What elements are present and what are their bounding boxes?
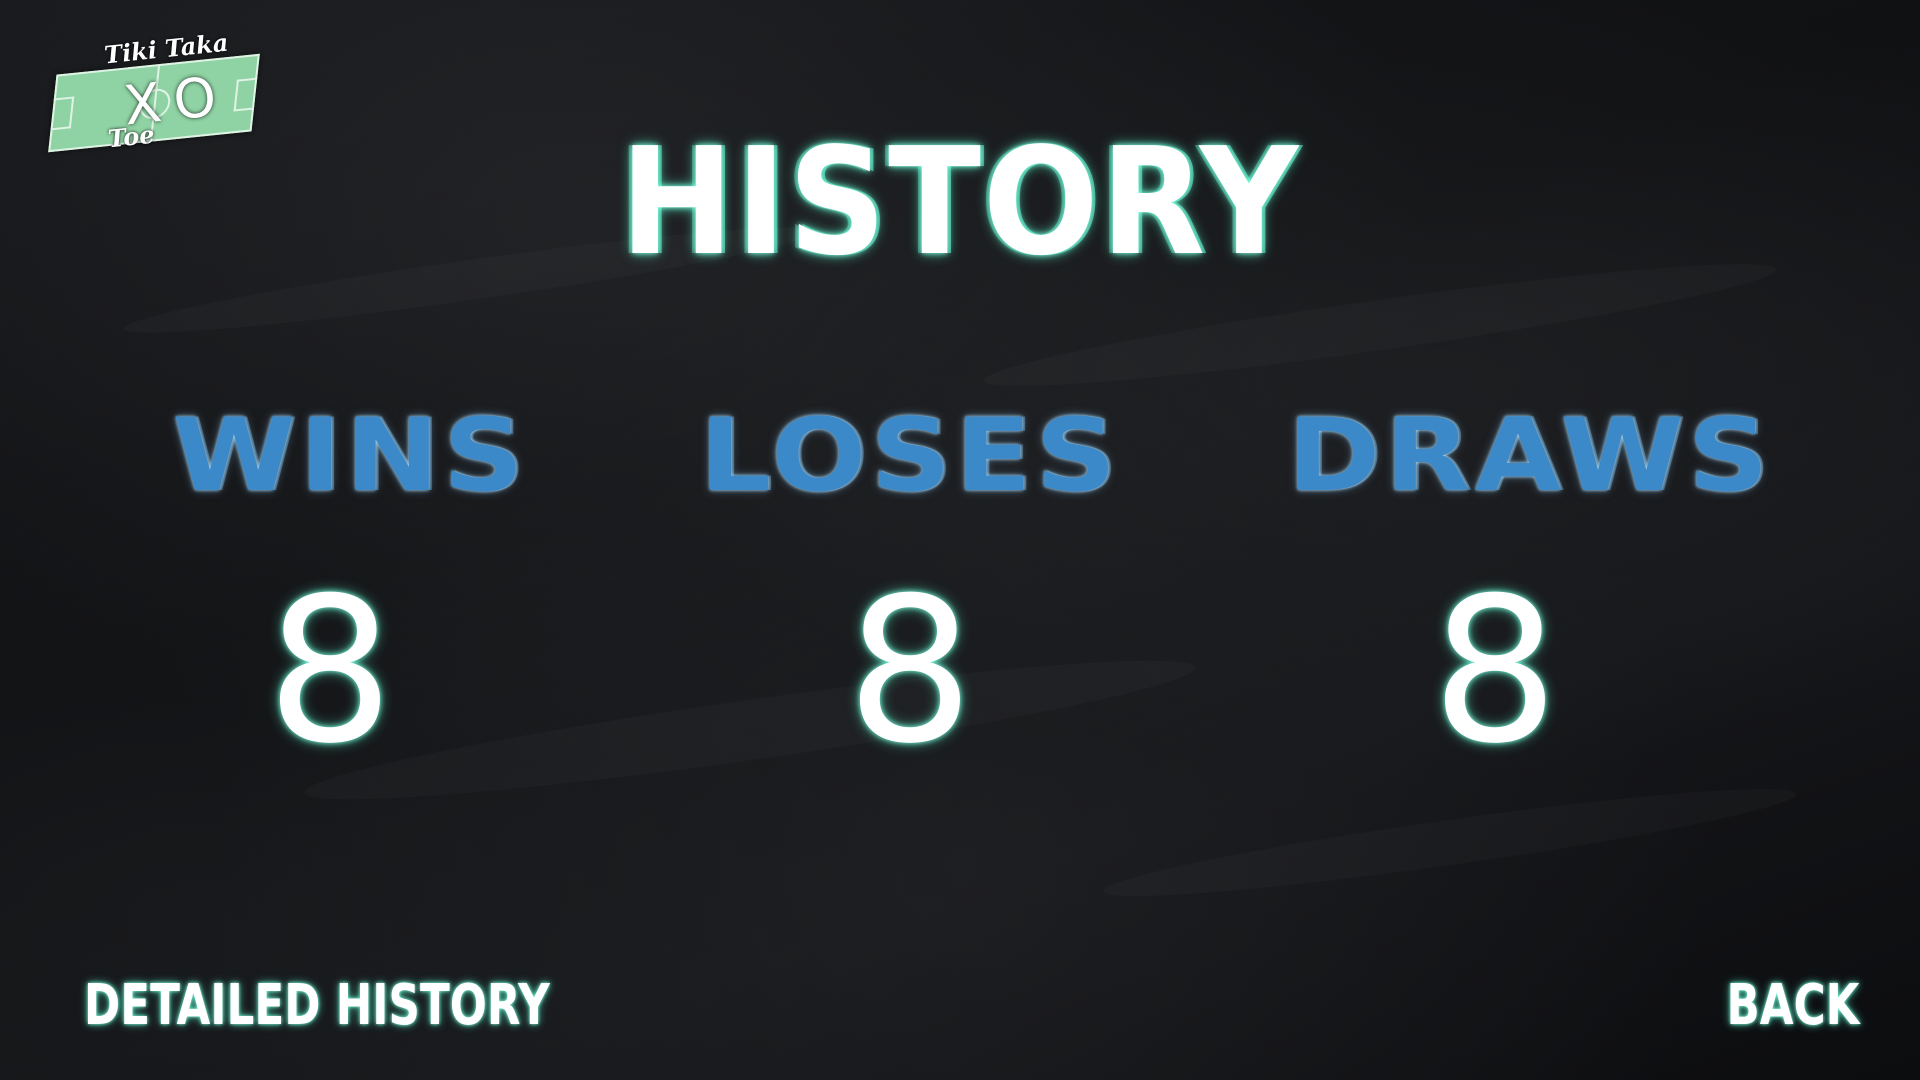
stat-value-wins: 8 — [266, 555, 394, 788]
stat-loses: LOSES 8 — [660, 400, 1160, 772]
page-title: HISTORY — [619, 116, 1301, 288]
stat-wins: WINS 8 — [140, 400, 560, 772]
stat-label-draws: DRAWS — [1287, 397, 1773, 515]
detailed-history-button[interactable]: DETAILED HISTORY — [84, 978, 550, 1034]
stat-value-draws: 8 — [1431, 555, 1559, 788]
texture-streak — [1100, 772, 1799, 914]
back-button[interactable]: BACK — [1727, 978, 1860, 1034]
stat-label-wins: WINS — [172, 397, 528, 515]
stat-value-loses: 8 — [846, 555, 974, 788]
history-screen: Tiki Taka XO Toe HISTORY WINS 8 LOSES 8 … — [0, 0, 1920, 1080]
goal-box-right — [233, 77, 258, 112]
goal-box-left — [50, 96, 75, 131]
stat-label-loses: LOSES — [699, 397, 1121, 515]
stat-draws: DRAWS 8 — [1240, 400, 1820, 772]
